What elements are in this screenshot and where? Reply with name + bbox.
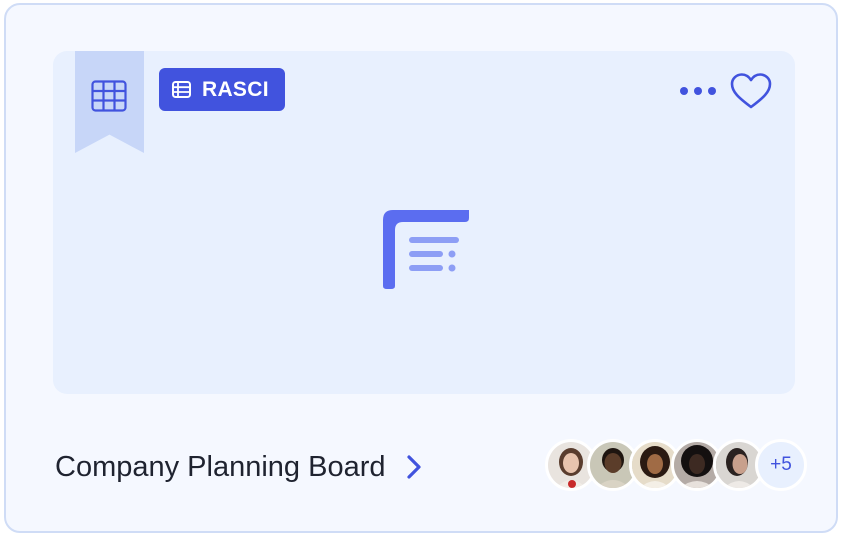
board-type-ribbon [75,51,144,153]
more-dot [694,87,702,95]
more-options-button[interactable] [680,79,716,103]
member-avatars[interactable]: +5 [545,439,807,491]
board-type-badge: RASCI [159,68,285,111]
more-dot [708,87,716,95]
board-title-link[interactable]: Company Planning Board [55,445,425,489]
board-title: Company Planning Board [55,450,386,483]
more-members-count: +5 [770,454,792,475]
list-table-icon [172,80,191,99]
table-grid-icon [91,80,127,112]
more-members-badge[interactable]: +5 [755,439,807,491]
chevron-right-icon [407,455,422,479]
more-horizontal-icon [680,87,688,95]
favorite-button[interactable] [729,71,773,111]
board-preview[interactable]: RASCI [53,51,795,394]
document-list-icon [379,206,471,290]
badge-label: RASCI [202,77,269,101]
heart-outline-icon [730,73,772,109]
board-card[interactable]: RASCI Company Planning Board +5 [4,3,838,533]
